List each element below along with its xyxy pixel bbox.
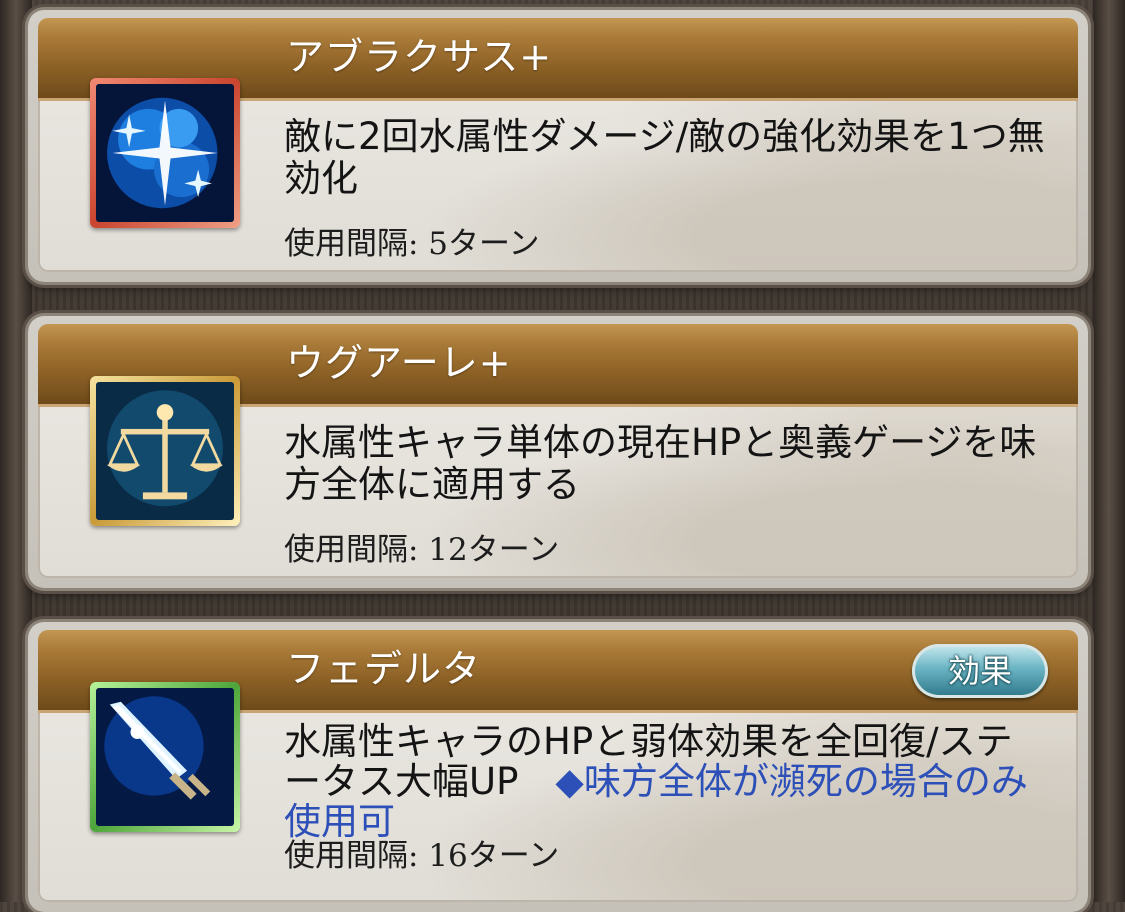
right-border [1093,0,1125,902]
skill-description: 水属性キャラのHPと弱体効果を全回復/ステータス大幅UP ◆味方全体が瀕死の場合… [284,720,1028,843]
skill-card-1[interactable]: アブラクサス+ 敵に2回水属性ダメージ/敵の強化効果を1つ無効化 使用間隔: 5… [28,10,1088,282]
skill-card-body: アブラクサス+ 敵に2回水属性ダメージ/敵の強化効果を1つ無効化 使用間隔: 5… [38,18,1078,272]
skill-name: アブラクサス+ [286,35,553,79]
skill-cooldown: 使用間隔: 16ターン [284,838,560,874]
skill-cooldown: 使用間隔: 12ターン [284,532,560,568]
effect-button[interactable]: 効果 [912,644,1048,698]
blue-crystal-sparkle-icon [96,84,234,222]
skill-card-body: ウグアーレ+ 水属性キャラ単体の現在HPと奥義ゲージを味方全体に適用する 使用間… [38,324,1078,578]
skill-name: ウグアーレ+ [286,341,512,385]
skill-description: 水属性キャラ単体の現在HPと奥義ゲージを味方全体に適用する [284,421,1037,506]
skill-name: フェデルタ [286,647,482,691]
skill-description: 敵に2回水属性ダメージ/敵の強化効果を1つ無効化 [284,115,1045,200]
skill-card-2[interactable]: ウグアーレ+ 水属性キャラ単体の現在HPと奥義ゲージを味方全体に適用する 使用間… [28,316,1088,588]
skill-card-body: フェデルタ 効果 水属性キャラのHPと弱体効果を全回復/ステータス大幅UP ◆味… [38,630,1078,902]
glowing-sword-icon [96,688,234,826]
skill-icon-frame[interactable] [90,682,240,832]
skill-icon-frame[interactable] [90,376,240,526]
skill-icon-frame[interactable] [90,78,240,228]
balance-scale-icon [96,382,234,520]
skill-cooldown: 使用間隔: 5ターン [284,226,540,262]
skill-card-3[interactable]: フェデルタ 効果 水属性キャラのHPと弱体効果を全回復/ステータス大幅UP ◆味… [28,622,1088,912]
